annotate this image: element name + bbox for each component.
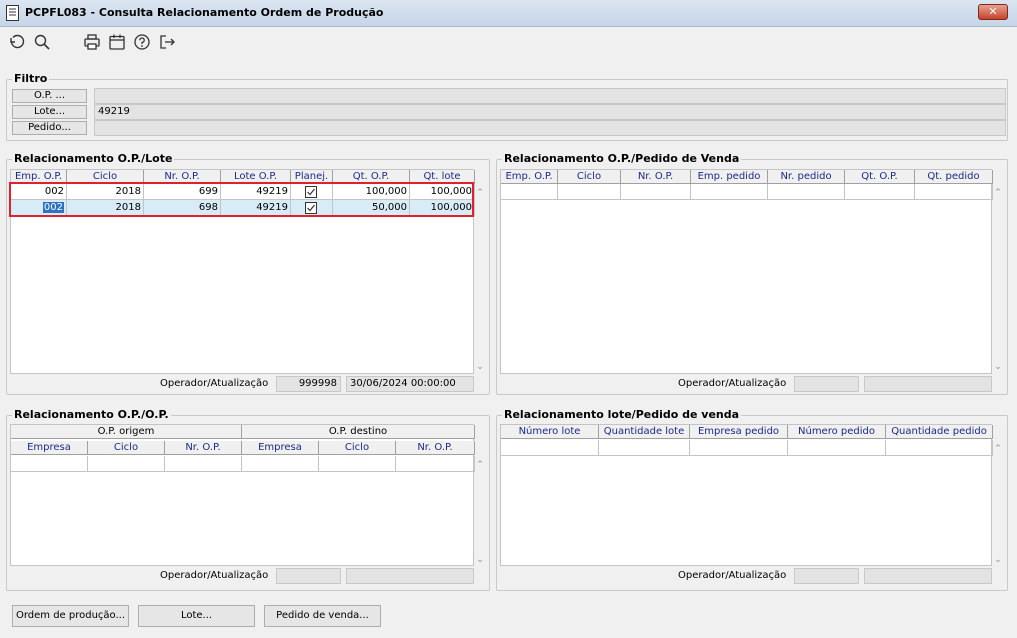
op-filter-field[interactable]	[94, 88, 1006, 104]
title-bar: PCPFL083 - Consulta Relacionamento Ordem…	[0, 0, 1017, 27]
operador-label: Operador/Atualização	[160, 570, 269, 581]
help-icon[interactable]	[133, 33, 151, 51]
scroll-down-icon[interactable]: ⌄	[475, 362, 485, 372]
group-header-destino: O.P. destino	[242, 425, 475, 439]
column-header[interactable]: Emp. pedido	[691, 170, 768, 184]
scroll-up-icon[interactable]: ⌃	[475, 460, 485, 470]
op-op-title: Relacionamento O.P./O.P.	[12, 408, 171, 421]
cell	[845, 184, 915, 200]
window-title: PCPFL083 - Consulta Relacionamento Ordem…	[25, 6, 384, 19]
search-icon[interactable]	[33, 33, 51, 51]
lote-filter-button[interactable]: Lote...	[12, 105, 87, 119]
lote-pedido-grid[interactable]: Número lote Quantidade lote Empresa pedi…	[500, 424, 1002, 566]
cell	[501, 440, 599, 456]
lote-pedido-title: Relacionamento lote/Pedido de venda	[502, 408, 742, 421]
atualizacao-field	[864, 568, 992, 584]
lote-button[interactable]: Lote...	[138, 605, 255, 627]
column-header[interactable]: Empresa	[11, 441, 88, 455]
cell	[915, 184, 993, 200]
table-row-empty[interactable]	[501, 440, 993, 456]
document-icon	[6, 5, 19, 21]
column-header[interactable]: Nr. pedido	[768, 170, 845, 184]
operador-field: 999998	[276, 376, 341, 392]
column-header[interactable]: Ciclo	[88, 441, 165, 455]
operador-label: Operador/Atualização	[678, 378, 787, 389]
column-header[interactable]: Número lote	[501, 425, 599, 439]
filtro-title: Filtro	[12, 72, 50, 85]
cell	[691, 184, 768, 200]
cell	[319, 456, 396, 472]
op-lote-title: Relacionamento O.P./Lote	[12, 152, 175, 165]
print-icon[interactable]	[83, 33, 101, 51]
table-row-empty[interactable]	[11, 456, 475, 472]
highlight-box	[9, 182, 474, 217]
column-header[interactable]: Nr. O.P.	[396, 441, 475, 455]
scroll-up-icon[interactable]: ⌃	[993, 188, 1003, 198]
operador-label: Operador/Atualização	[678, 570, 787, 581]
scroll-up-icon[interactable]: ⌃	[475, 188, 485, 198]
column-header[interactable]: Empresa	[242, 441, 319, 455]
atualizacao-field: 30/06/2024 00:00:00	[346, 376, 474, 392]
operador-field	[276, 568, 341, 584]
cell	[558, 184, 621, 200]
column-header[interactable]: Ciclo	[319, 441, 396, 455]
column-header[interactable]: Empresa pedido	[690, 425, 788, 439]
pedido-filter-button[interactable]: Pedido...	[12, 121, 87, 135]
cell	[165, 456, 242, 472]
pedido-venda-button[interactable]: Pedido de venda...	[264, 605, 381, 627]
column-header[interactable]: Emp. O.P.	[501, 170, 558, 184]
cell	[599, 440, 690, 456]
cell	[690, 440, 788, 456]
column-header[interactable]: Ciclo	[558, 170, 621, 184]
cell	[621, 184, 691, 200]
cell	[11, 456, 88, 472]
column-header[interactable]: Qt. O.P.	[845, 170, 915, 184]
scroll-down-icon[interactable]: ⌄	[993, 555, 1003, 565]
table-row-empty[interactable]	[501, 184, 993, 200]
close-button[interactable]: ✕	[978, 4, 1008, 20]
atualizacao-field	[864, 376, 992, 392]
cell	[501, 184, 558, 200]
op-pedido-title: Relacionamento O.P./Pedido de Venda	[502, 152, 742, 165]
column-header[interactable]: Nr. O.P.	[165, 441, 242, 455]
group-header-origem: O.P. origem	[11, 425, 242, 439]
atualizacao-field	[346, 568, 474, 584]
ordem-producao-button[interactable]: Ordem de produção...	[12, 605, 129, 627]
column-header[interactable]: Quantidade lote	[599, 425, 690, 439]
column-header[interactable]: Qt. pedido	[915, 170, 993, 184]
cell	[396, 456, 475, 472]
op-op-grid[interactable]: O.P. origem O.P. destino Empresa Ciclo N…	[10, 424, 484, 566]
undo-icon[interactable]	[7, 33, 25, 51]
operador-label: Operador/Atualização	[160, 378, 269, 389]
op-filter-button[interactable]: O.P. ...	[12, 89, 87, 103]
cell	[768, 184, 845, 200]
cell	[886, 440, 993, 456]
lote-filter-field[interactable]: 49219	[94, 104, 1006, 120]
scroll-down-icon[interactable]: ⌄	[993, 362, 1003, 372]
operador-field	[794, 376, 859, 392]
scroll-down-icon[interactable]: ⌄	[475, 555, 485, 565]
operador-field	[794, 568, 859, 584]
exit-icon[interactable]	[158, 33, 176, 51]
column-header[interactable]: Número pedido	[788, 425, 886, 439]
op-pedido-grid[interactable]: Emp. O.P. Ciclo Nr. O.P. Emp. pedido Nr.…	[500, 169, 1002, 374]
cell	[88, 456, 165, 472]
cell	[242, 456, 319, 472]
pedido-filter-field[interactable]	[94, 120, 1006, 136]
scroll-up-icon[interactable]: ⌃	[993, 444, 1003, 454]
calendar-icon[interactable]	[108, 33, 126, 51]
column-header[interactable]: Quantidade pedido	[886, 425, 993, 439]
column-header[interactable]: Nr. O.P.	[621, 170, 691, 184]
cell	[788, 440, 886, 456]
